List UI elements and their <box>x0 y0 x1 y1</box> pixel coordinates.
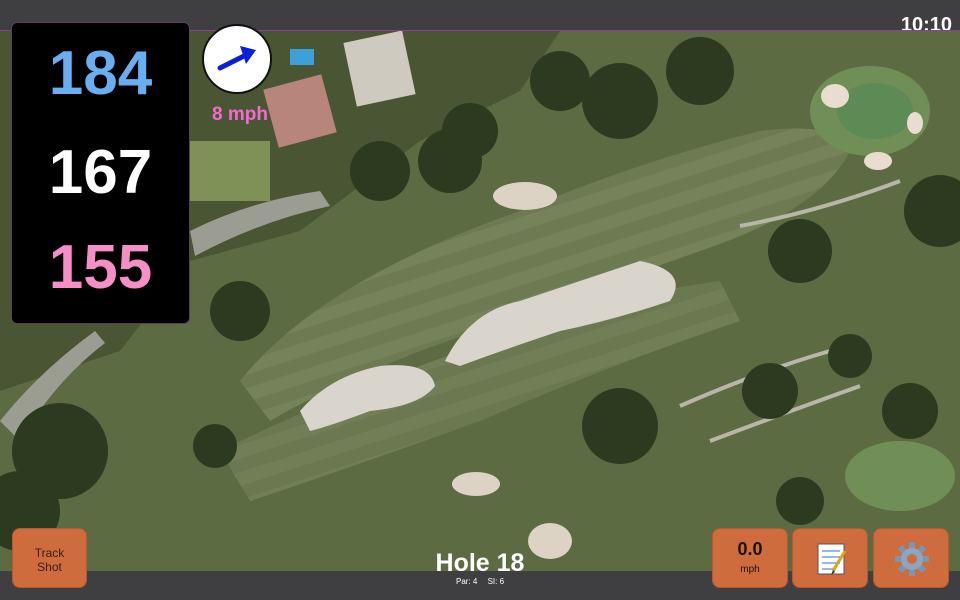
hole-title: Hole 18 <box>435 549 525 577</box>
track-shot-label-line1: Track <box>34 546 65 560</box>
speed-unit: mph <box>740 564 760 575</box>
distance-front: 155 <box>48 233 153 302</box>
speed-button[interactable]: 0.0 mph <box>712 528 788 588</box>
distance-middle: 167 <box>48 138 153 207</box>
notepad-icon <box>817 543 847 575</box>
hole-stroke-index: SI: 6 <box>487 577 505 586</box>
speed-value: 0.0 <box>737 539 763 559</box>
hole-info: Par: 4 SI: 6 <box>380 577 580 586</box>
wind-speed-label: 8 mph <box>212 104 268 125</box>
settings-button[interactable] <box>873 528 949 588</box>
gear-icon <box>895 542 929 576</box>
wind-indicator <box>202 24 272 94</box>
track-shot-button[interactable]: Track Shot <box>12 528 87 588</box>
hole-par: Par: 4 <box>455 577 478 586</box>
notes-button[interactable] <box>792 528 868 588</box>
track-shot-label-line2: Shot <box>37 560 62 574</box>
distance-panel: 184 167 155 <box>11 22 190 324</box>
arrow-icon <box>217 46 256 71</box>
distance-back: 184 <box>48 39 153 108</box>
